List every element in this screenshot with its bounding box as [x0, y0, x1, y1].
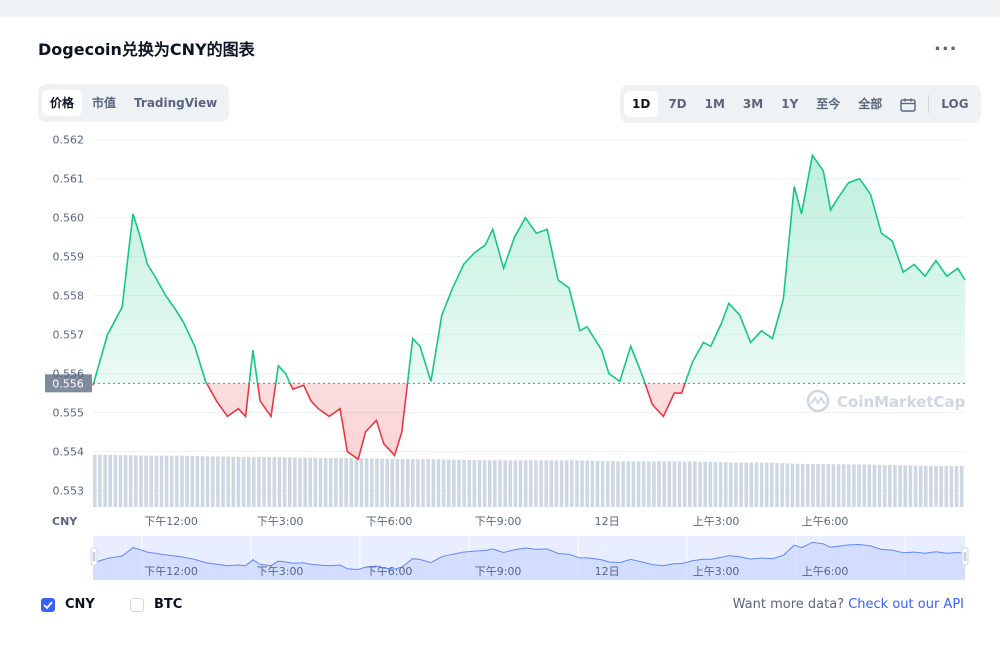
range-ytd[interactable]: 至今	[808, 91, 848, 117]
tab-tradingview[interactable]: TradingView	[126, 90, 225, 116]
time-range-tabs: 1D 7D 1M 3M 1Y 至今 全部 LOG	[620, 85, 981, 123]
tab-price[interactable]: 价格	[42, 90, 83, 116]
chart-type-tabs: 价格 市值 TradingView	[38, 84, 230, 122]
api-link[interactable]: Check out our API	[848, 597, 964, 612]
calendar-button[interactable]	[892, 91, 924, 117]
range-all[interactable]: 全部	[850, 91, 890, 117]
currency-toggle-cny[interactable]: CNY	[41, 597, 95, 612]
range-7d[interactable]: 7D	[660, 91, 694, 117]
calendar-icon	[900, 98, 916, 112]
currency-label-btc: BTC	[154, 597, 183, 612]
tab-market-cap[interactable]: 市值	[84, 90, 124, 116]
range-1d[interactable]: 1D	[624, 91, 659, 117]
check-icon	[43, 600, 53, 609]
more-menu-icon[interactable]: ...	[934, 34, 958, 55]
range-1m[interactable]: 1M	[697, 91, 733, 117]
checkbox-cny[interactable]	[41, 597, 55, 612]
page-title: Dogecoin兑换为CNY的图表	[38, 40, 255, 59]
log-scale-button[interactable]: LOG	[933, 91, 976, 117]
currency-toggle-btc[interactable]: BTC	[130, 597, 182, 612]
checkbox-btc[interactable]	[130, 597, 144, 612]
range-1y[interactable]: 1Y	[773, 91, 806, 117]
currency-label-cny: CNY	[65, 597, 95, 612]
range-3m[interactable]: 3M	[735, 91, 771, 117]
toolbar-divider	[928, 95, 930, 113]
api-promo-text: Want more data?	[732, 597, 845, 612]
api-promo: Want more data? Check out our API	[733, 597, 964, 612]
